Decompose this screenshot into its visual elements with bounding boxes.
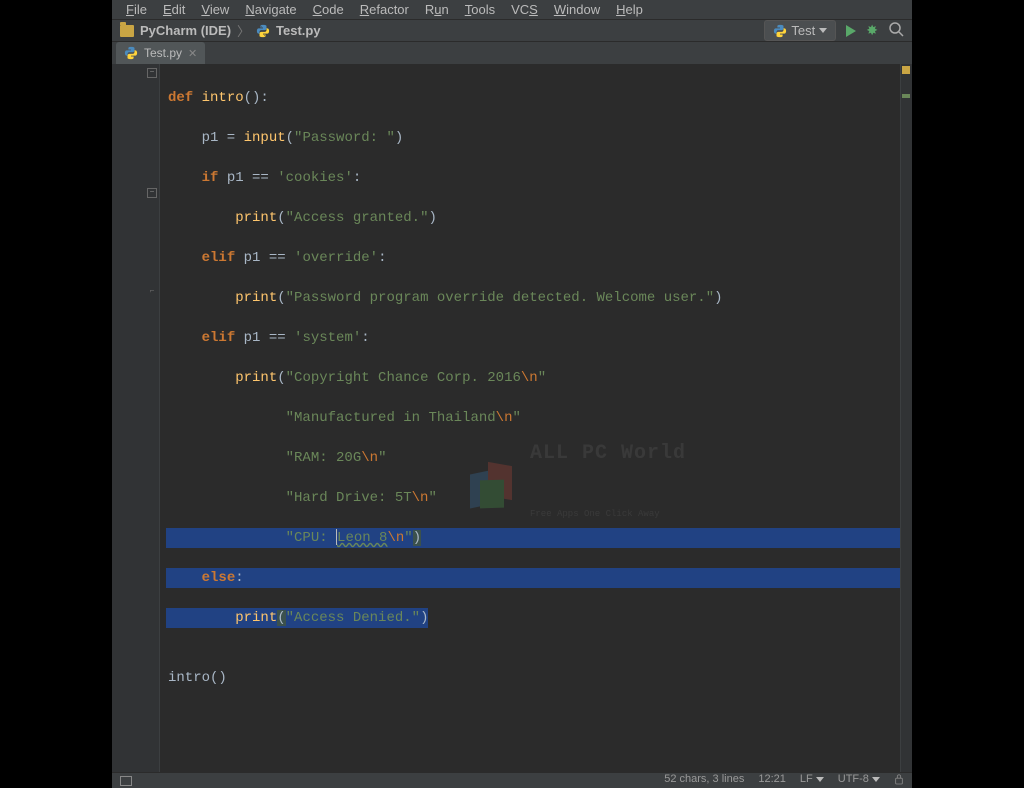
editor-tabs: Test.py ✕ [112, 42, 912, 64]
code-editor[interactable]: − − ⌐ def intro(): p1 = input("Password:… [112, 64, 912, 772]
breadcrumb-file[interactable]: Test.py [276, 23, 321, 38]
menu-code[interactable]: Code [307, 0, 350, 19]
run-config-label: Test [791, 23, 815, 38]
status-bar: 52 chars, 3 lines 12:21 LF UTF-8 [112, 772, 912, 788]
menu-window[interactable]: Window [548, 0, 606, 19]
tab-label: Test.py [144, 46, 182, 60]
editor-gutter: − − ⌐ [112, 64, 160, 772]
menu-navigate[interactable]: Navigate [239, 0, 302, 19]
breadcrumb: PyCharm (IDE) 〉 Test.py [120, 21, 764, 40]
python-file-icon [256, 24, 270, 38]
status-line-separator[interactable]: LF [800, 773, 824, 788]
breadcrumb-project[interactable]: PyCharm (IDE) [140, 23, 231, 38]
ide-window: File Edit View Navigate Code Refactor Ru… [112, 0, 912, 576]
status-caret-position[interactable]: 12:21 [758, 773, 786, 788]
project-tool-icon[interactable] [120, 776, 132, 786]
python-file-icon [773, 24, 787, 38]
fold-marker[interactable]: − [147, 188, 157, 198]
menu-bar: File Edit View Navigate Code Refactor Ru… [112, 0, 912, 20]
menu-refactor[interactable]: Refactor [354, 0, 415, 19]
code-content[interactable]: def intro(): p1 = input("Password: ") if… [160, 64, 900, 772]
status-selection: 52 chars, 3 lines [664, 773, 744, 788]
python-file-icon [124, 46, 138, 60]
fold-marker[interactable]: ⌐ [147, 288, 157, 298]
navigation-bar: PyCharm (IDE) 〉 Test.py Test ✸ [112, 20, 912, 42]
run-button[interactable] [846, 25, 856, 37]
debug-button[interactable]: ✸ [866, 22, 878, 39]
change-marker-icon[interactable] [902, 94, 910, 98]
search-button[interactable] [888, 21, 904, 40]
menu-edit[interactable]: Edit [157, 0, 191, 19]
close-icon[interactable]: ✕ [188, 47, 197, 60]
status-encoding[interactable]: UTF-8 [838, 773, 880, 788]
toolbar-right: Test ✸ [764, 20, 904, 41]
menu-run[interactable]: Run [419, 0, 455, 19]
lock-icon[interactable] [894, 773, 904, 788]
breadcrumb-separator: 〉 [237, 21, 250, 40]
chevron-down-icon [816, 777, 824, 782]
tab-test-py[interactable]: Test.py ✕ [116, 42, 205, 64]
menu-vcs[interactable]: VCS [505, 0, 544, 19]
folder-icon [120, 25, 134, 37]
chevron-down-icon [872, 777, 880, 782]
editor-marker-bar[interactable] [900, 64, 912, 772]
menu-help[interactable]: Help [610, 0, 649, 19]
run-config-selector[interactable]: Test [764, 20, 836, 41]
warning-marker-icon[interactable] [902, 66, 910, 74]
menu-file[interactable]: File [120, 0, 153, 19]
menu-tools[interactable]: Tools [459, 0, 501, 19]
fold-marker[interactable]: − [147, 68, 157, 78]
menu-view[interactable]: View [195, 0, 235, 19]
chevron-down-icon [819, 28, 827, 33]
